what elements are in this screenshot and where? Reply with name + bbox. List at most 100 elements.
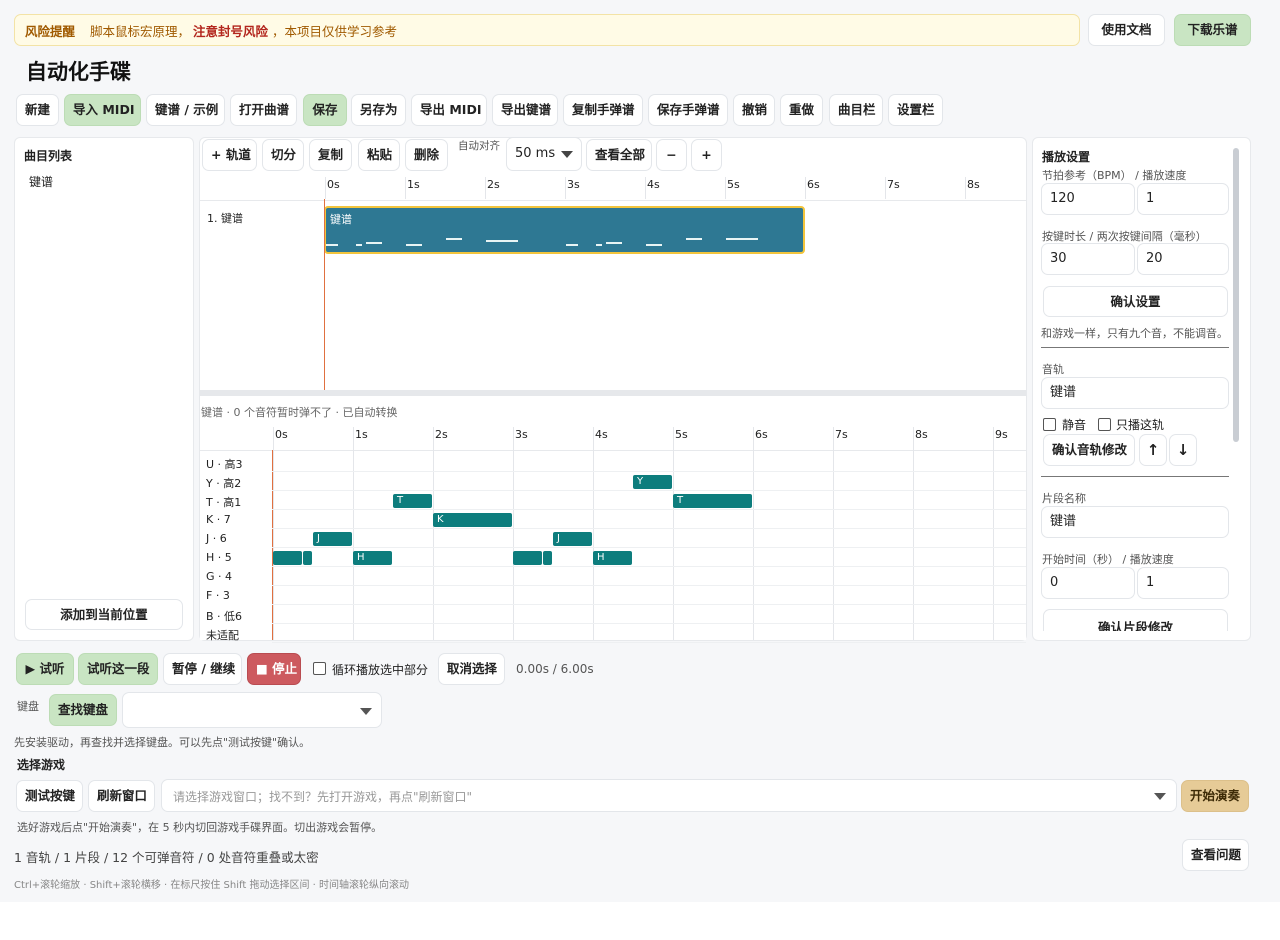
- keyboard-hint: 先安装驱动，再查找并选择键盘。可以先点"测试按键"确认。: [14, 736, 311, 749]
- piano-roll-row-label: K · 7: [206, 513, 231, 526]
- timeline-playhead[interactable]: [324, 199, 325, 390]
- piano-roll-note[interactable]: [513, 551, 542, 565]
- docs-button[interactable]: 使用文档: [1088, 14, 1165, 46]
- move-track-down-button[interactable]: ↓: [1169, 434, 1197, 466]
- export-midi-button[interactable]: 导出 MIDI: [411, 94, 487, 126]
- game-window-select[interactable]: 请选择游戏窗口；找不到？先打开游戏，再点"刷新窗口": [161, 779, 1177, 812]
- clip-note-preview: [686, 238, 702, 240]
- pause-resume-button[interactable]: 暂停 / 继续: [163, 653, 242, 685]
- download-score-button[interactable]: 下载乐谱: [1174, 14, 1251, 46]
- piano-roll-row-label: G · 4: [206, 570, 233, 583]
- piano-roll-note[interactable]: [303, 551, 312, 565]
- summary-text: 1 音轨 / 1 片段 / 12 个可弹音符 / 0 处音符重叠或太密: [14, 850, 319, 865]
- timeline-tick-line: [485, 177, 486, 199]
- start-performance-button[interactable]: 开始演奏: [1181, 780, 1249, 812]
- save-as-button[interactable]: 另存为: [351, 94, 406, 126]
- piano-roll-tick-label: 6s: [755, 428, 768, 441]
- move-track-up-button[interactable]: ↑: [1139, 434, 1167, 466]
- copy-handscore-button[interactable]: 复制手弹谱: [563, 94, 643, 126]
- add-to-current-position-button[interactable]: 添加到当前位置: [25, 599, 183, 630]
- solo-checkbox[interactable]: [1098, 418, 1111, 431]
- preview-segment-button[interactable]: 试听这一段: [78, 653, 158, 685]
- new-button[interactable]: 新建: [16, 94, 59, 126]
- loop-label[interactable]: 循环播放选中部分: [332, 661, 428, 678]
- piano-roll-tick-label: 8s: [915, 428, 928, 441]
- mute-label[interactable]: 静音: [1062, 416, 1086, 433]
- timeline-tick-label: 0s: [327, 178, 340, 191]
- piano-roll-row-label: H · 5: [206, 551, 232, 564]
- preview-button[interactable]: ▶ 试听: [16, 653, 74, 685]
- settings-scrollbar[interactable]: [1233, 148, 1239, 442]
- piano-roll-note[interactable]: T: [673, 494, 752, 508]
- piano-roll-note[interactable]: [273, 551, 302, 565]
- refresh-window-button[interactable]: 刷新窗口: [88, 780, 155, 812]
- split-button[interactable]: 切分: [262, 139, 304, 171]
- find-keyboard-button[interactable]: 查找键盘: [49, 694, 117, 726]
- solo-label[interactable]: 只播这轨: [1116, 416, 1164, 433]
- redo-button[interactable]: 重做: [780, 94, 823, 126]
- clip-note-preview: [566, 244, 578, 246]
- piano-roll-tick-line: [833, 427, 834, 640]
- keyboard-label: 键盘: [17, 700, 39, 713]
- add-track-button[interactable]: + 轨道: [202, 139, 257, 171]
- delete-button[interactable]: 删除: [405, 139, 448, 171]
- paste-button[interactable]: 粘贴: [358, 139, 400, 171]
- timeline-tick-line: [325, 177, 326, 199]
- piano-roll-note[interactable]: K: [433, 513, 512, 527]
- piano-roll-note[interactable]: H: [593, 551, 632, 565]
- piano-roll-note[interactable]: J: [553, 532, 592, 546]
- clip[interactable]: 键谱: [324, 206, 805, 254]
- clip-speed-input[interactable]: 1: [1137, 567, 1229, 599]
- keyboard-select[interactable]: [122, 692, 382, 728]
- save-button[interactable]: 保存: [303, 94, 347, 126]
- undo-button[interactable]: 撤销: [733, 94, 775, 126]
- piano-roll-note[interactable]: T: [393, 494, 432, 508]
- press-interval-input[interactable]: 20: [1137, 243, 1229, 275]
- confirm-track-button[interactable]: 确认音轨修改: [1043, 434, 1135, 466]
- track-name[interactable]: 1. 键谱: [207, 210, 243, 226]
- piano-roll-note[interactable]: J: [313, 532, 352, 546]
- time-readout: 0.00s / 6.00s: [516, 662, 594, 676]
- keyscore-example-button[interactable]: 键谱 / 示例: [146, 94, 225, 126]
- confirm-clip-button[interactable]: 确认片段修改: [1043, 609, 1228, 631]
- mute-checkbox[interactable]: [1043, 418, 1056, 431]
- song-list-item[interactable]: 键谱: [29, 173, 53, 190]
- import-midi-button[interactable]: 导入 MIDI: [64, 94, 141, 126]
- chevron-down-icon: [1154, 793, 1166, 800]
- cancel-selection-button[interactable]: 取消选择: [438, 653, 505, 685]
- snap-select[interactable]: 50 ms: [506, 137, 582, 171]
- piano-roll-tick-label: 5s: [675, 428, 688, 441]
- piano-roll-row-line: [272, 528, 1026, 529]
- press-duration-input[interactable]: 30: [1041, 243, 1135, 275]
- loop-checkbox[interactable]: [313, 662, 326, 675]
- track-name-input[interactable]: 键谱: [1041, 377, 1229, 409]
- clip-note-preview: [326, 244, 338, 246]
- song-bar-button[interactable]: 曲目栏: [829, 94, 883, 126]
- clip-name-input[interactable]: 键谱: [1041, 506, 1229, 538]
- piano-roll-note[interactable]: H: [353, 551, 392, 565]
- view-all-button[interactable]: 查看全部: [586, 139, 652, 171]
- timeline-scrollbar[interactable]: [200, 390, 1026, 396]
- clip-start-input[interactable]: 0: [1041, 567, 1135, 599]
- piano-roll-note[interactable]: [543, 551, 552, 565]
- bpm-input[interactable]: 120: [1041, 183, 1135, 215]
- zoom-in-button[interactable]: +: [691, 139, 722, 171]
- clip-name-label: 片段名称: [1042, 492, 1086, 505]
- test-keys-button[interactable]: 测试按键: [16, 780, 83, 812]
- zoom-out-button[interactable]: −: [656, 139, 687, 171]
- settings-bar-button[interactable]: 设置栏: [888, 94, 943, 126]
- copy-button[interactable]: 复制: [309, 139, 352, 171]
- timeline-tick-line: [565, 177, 566, 199]
- footer-hint: Ctrl+滚轮缩放 · Shift+滚轮横移 · 在标尺按住 Shift 拖动选…: [14, 880, 409, 891]
- risk-banner-text-a: 脚本鼠标宏原理，: [90, 24, 191, 39]
- piano-roll-note[interactable]: Y: [633, 475, 672, 489]
- confirm-clip-label: 确认片段修改: [1097, 620, 1173, 631]
- stop-button[interactable]: ■ 停止: [247, 653, 301, 685]
- view-issues-button[interactable]: 查看问题: [1182, 839, 1249, 871]
- open-song-button[interactable]: 打开曲谱: [230, 94, 297, 126]
- save-handscore-button[interactable]: 保存手弹谱: [648, 94, 728, 126]
- export-keyscore-button[interactable]: 导出键谱: [492, 94, 558, 126]
- confirm-settings-button[interactable]: 确认设置: [1043, 286, 1228, 317]
- speed-input[interactable]: 1: [1137, 183, 1229, 215]
- piano-roll-row-line: [272, 471, 1026, 472]
